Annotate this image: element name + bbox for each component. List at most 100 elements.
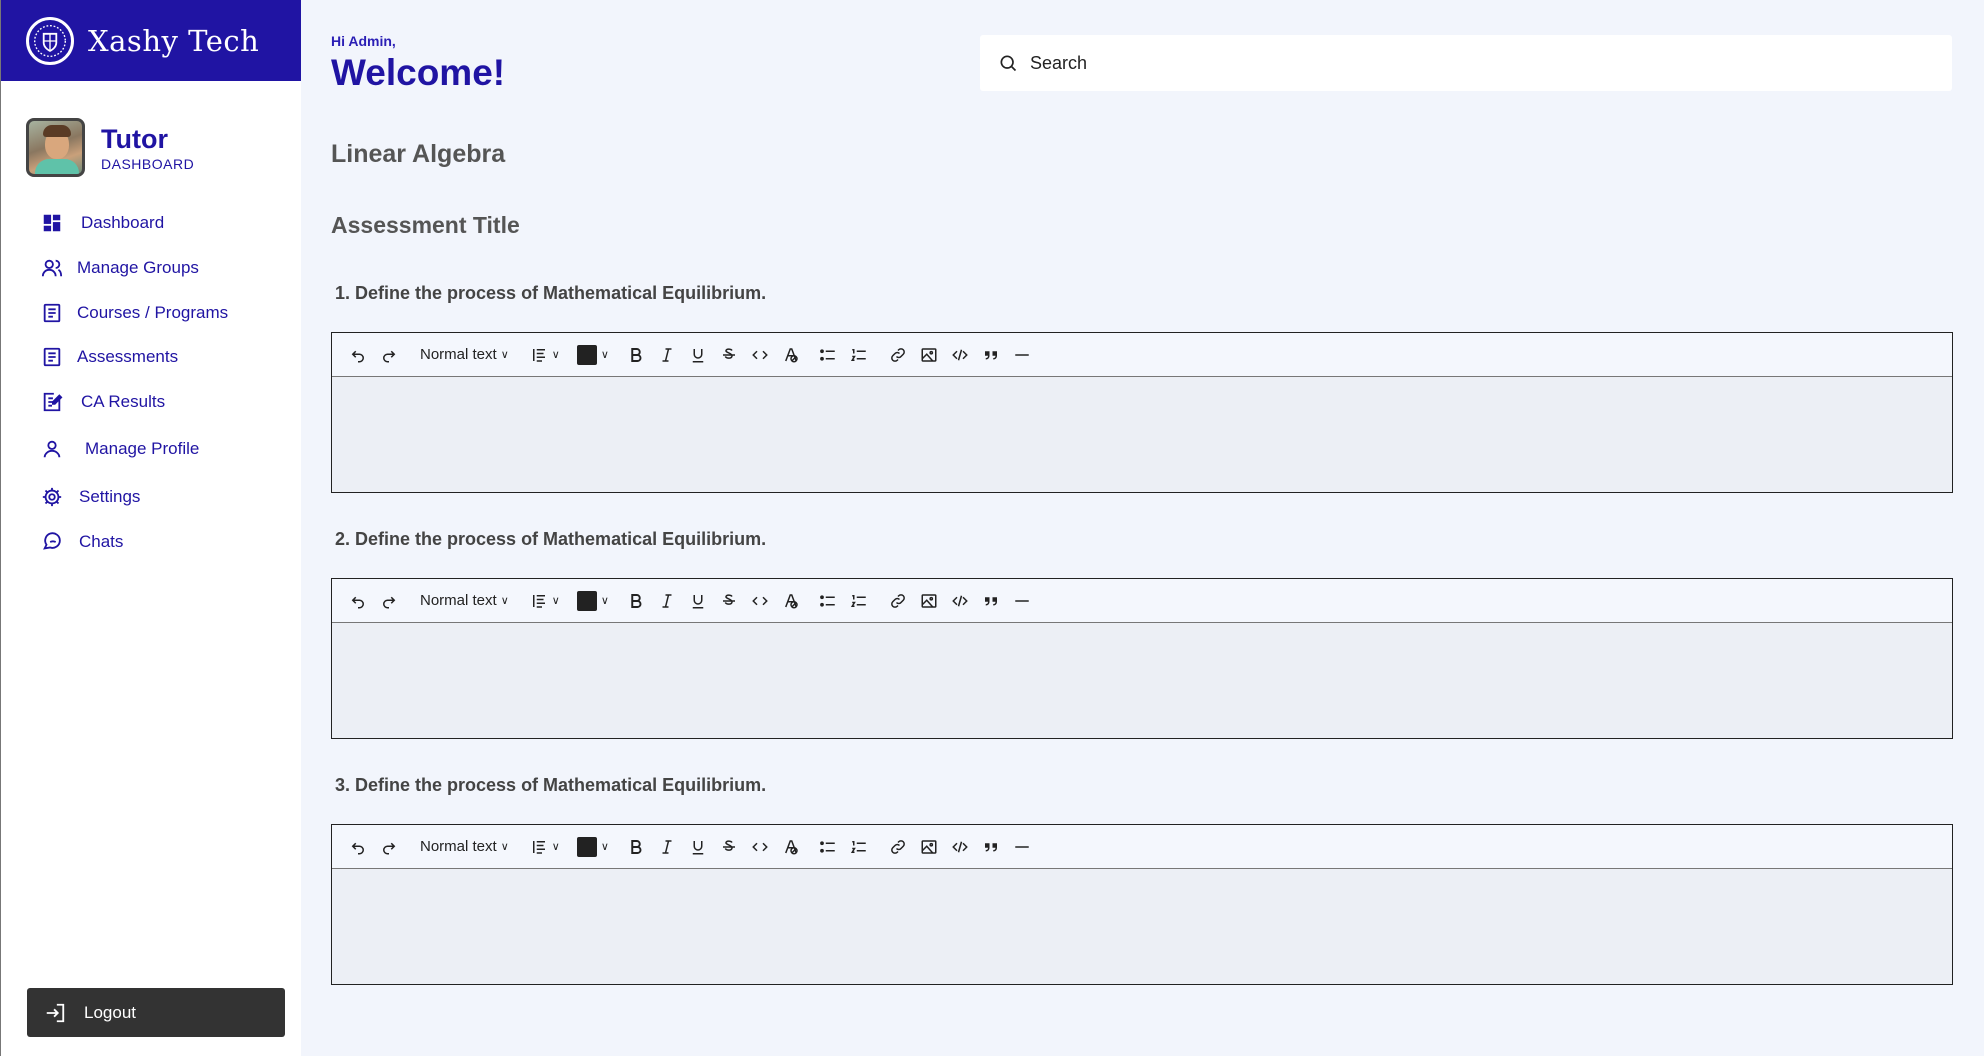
undo-button[interactable]	[344, 341, 372, 369]
image-button[interactable]	[915, 833, 943, 861]
clear-format-button[interactable]	[777, 587, 805, 615]
strikethrough-button[interactable]	[715, 833, 743, 861]
text-color-dropdown[interactable]: ∨	[576, 341, 609, 369]
text-style-dropdown[interactable]: Normal text ∨	[416, 587, 513, 615]
image-button[interactable]	[915, 341, 943, 369]
strikethrough-button[interactable]	[715, 341, 743, 369]
editor-body[interactable]	[332, 377, 1952, 492]
inline-code-button[interactable]	[746, 587, 774, 615]
chevron-down-icon: ∨	[551, 841, 560, 853]
line-height-dropdown[interactable]: ∨	[530, 341, 560, 369]
text-color-dropdown[interactable]: ∨	[576, 833, 609, 861]
line-height-dropdown[interactable]: ∨	[530, 587, 560, 615]
users-icon	[41, 259, 63, 277]
italic-icon	[662, 347, 672, 362]
blockquote-button[interactable]	[977, 341, 1005, 369]
italic-button[interactable]	[653, 587, 681, 615]
numbered-list-button[interactable]	[845, 833, 873, 861]
bullet-list-button[interactable]	[814, 341, 842, 369]
sidebar-item-assessments[interactable]: Assessments	[41, 346, 178, 368]
code-block-icon	[952, 595, 968, 606]
redo-button[interactable]	[375, 587, 403, 615]
clear-format-button[interactable]	[777, 833, 805, 861]
sidebar-item-label: Courses / Programs	[77, 303, 229, 322]
editor-body[interactable]	[332, 869, 1952, 984]
chevron-down-icon: ∨	[600, 841, 609, 853]
profile-role: Tutor	[101, 123, 168, 154]
sidebar-item-label: Chats	[79, 532, 124, 551]
text-style-dropdown[interactable]: Normal text ∨	[416, 833, 513, 861]
italic-button[interactable]	[653, 833, 681, 861]
underline-icon	[692, 840, 704, 854]
link-button[interactable]	[884, 587, 912, 615]
editor-body[interactable]	[332, 623, 1952, 738]
text-color-dropdown[interactable]: ∨	[576, 587, 609, 615]
blockquote-icon	[984, 596, 997, 605]
sidebar-item-label: Assessments	[77, 347, 179, 366]
redo-icon	[383, 350, 396, 362]
chevron-down-icon: ∨	[500, 595, 509, 607]
undo-button[interactable]	[344, 587, 372, 615]
code-block-button[interactable]	[946, 833, 974, 861]
bold-button[interactable]	[622, 341, 650, 369]
document-icon	[43, 303, 61, 323]
sidebar-item-label: Manage Profile	[85, 439, 200, 458]
sidebar-item-ca-results[interactable]: CA Results	[41, 391, 165, 413]
rich-text-editor-3[interactable]: Normal text ∨ ∨ ∨	[331, 824, 1953, 985]
sidebar-item-manage-profile[interactable]: Manage Profile	[41, 438, 199, 460]
horizontal-rule-button[interactable]	[1008, 833, 1036, 861]
inline-code-button[interactable]	[746, 341, 774, 369]
numbered-list-icon	[850, 594, 866, 607]
sidebar-item-dashboard[interactable]: Dashboard	[41, 212, 164, 234]
sidebar-item-manage-groups[interactable]: Manage Groups	[41, 257, 199, 279]
line-height-dropdown[interactable]: ∨	[530, 833, 560, 861]
image-button[interactable]	[915, 587, 943, 615]
sidebar-item-settings[interactable]: Settings	[41, 486, 140, 508]
bold-button[interactable]	[622, 833, 650, 861]
underline-button[interactable]	[684, 587, 712, 615]
avatar[interactable]	[26, 118, 85, 177]
redo-button[interactable]	[375, 833, 403, 861]
code-block-button[interactable]	[946, 341, 974, 369]
bullet-list-button[interactable]	[814, 587, 842, 615]
bullet-list-icon	[820, 840, 835, 853]
inline-code-button[interactable]	[746, 833, 774, 861]
editor-toolbar: Normal text ∨ ∨ ∨	[332, 825, 1952, 869]
chat-icon	[43, 532, 61, 550]
horizontal-rule-button[interactable]	[1008, 341, 1036, 369]
blockquote-button[interactable]	[977, 833, 1005, 861]
logout-button[interactable]: Logout	[27, 988, 285, 1037]
sidebar-item-chats[interactable]: Chats	[41, 531, 123, 553]
search-input[interactable]	[1030, 52, 1930, 74]
sidebar-item-label: CA Results	[81, 392, 166, 411]
text-style-dropdown[interactable]: Normal text ∨	[416, 341, 513, 369]
clear-format-icon	[784, 347, 798, 362]
search-bar[interactable]	[980, 35, 1952, 91]
code-block-icon	[952, 349, 968, 360]
bullet-list-button[interactable]	[814, 833, 842, 861]
bold-icon	[631, 347, 642, 362]
line-height-icon	[532, 594, 545, 608]
underline-button[interactable]	[684, 833, 712, 861]
numbered-list-button[interactable]	[845, 587, 873, 615]
search-icon	[1000, 55, 1017, 72]
blockquote-button[interactable]	[977, 587, 1005, 615]
rich-text-editor-1[interactable]: Normal text ∨ ∨ ∨	[331, 332, 1953, 493]
sidebar-item-courses[interactable]: Courses / Programs	[41, 302, 228, 324]
clear-format-button[interactable]	[777, 341, 805, 369]
italic-icon	[662, 593, 672, 608]
undo-button[interactable]	[344, 833, 372, 861]
strikethrough-button[interactable]	[715, 587, 743, 615]
horizontal-rule-button[interactable]	[1008, 587, 1036, 615]
underline-button[interactable]	[684, 341, 712, 369]
numbered-list-button[interactable]	[845, 341, 873, 369]
rich-text-editor-2[interactable]: Normal text ∨ ∨ ∨	[331, 578, 1953, 739]
text-style-value: Normal text	[420, 838, 497, 855]
code-block-button[interactable]	[946, 587, 974, 615]
link-button[interactable]	[884, 341, 912, 369]
clear-format-icon	[784, 593, 798, 608]
link-button[interactable]	[884, 833, 912, 861]
bold-button[interactable]	[622, 587, 650, 615]
redo-button[interactable]	[375, 341, 403, 369]
italic-button[interactable]	[653, 341, 681, 369]
